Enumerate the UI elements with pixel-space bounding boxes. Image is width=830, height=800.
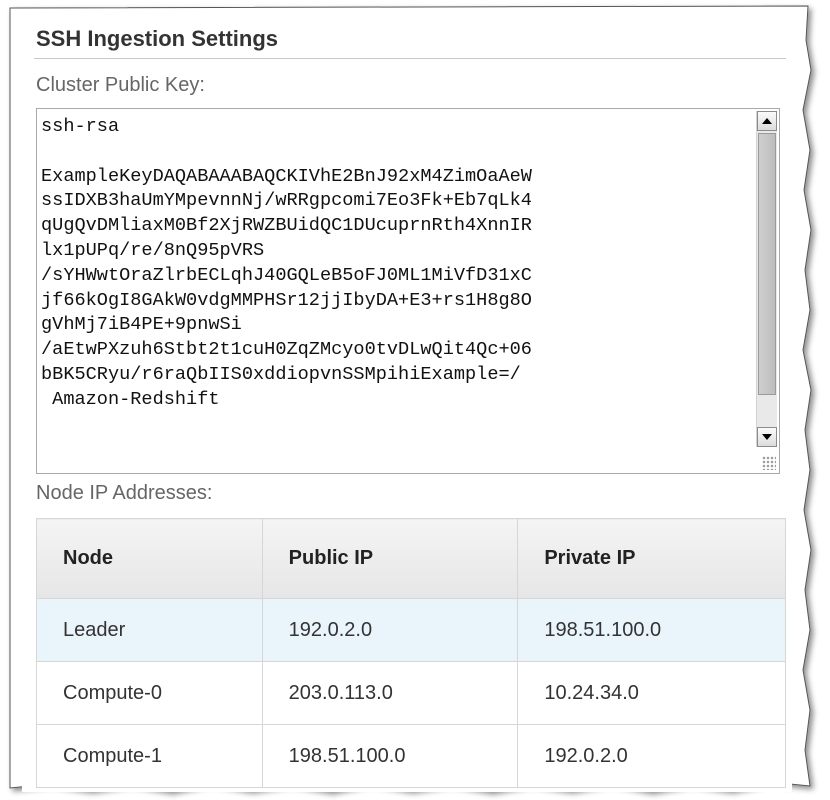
arrow-up-icon	[762, 118, 772, 124]
resize-grip-icon[interactable]	[762, 456, 776, 470]
cell-public-ip: 192.0.2.0	[261, 598, 519, 662]
ssh-settings-panel: SSH Ingestion Settings Cluster Public Ke…	[22, 12, 792, 792]
cell-node: Leader	[36, 598, 263, 662]
arrow-down-icon	[762, 434, 772, 440]
column-header-private-ip: Private IP	[517, 518, 786, 599]
cell-private-ip: 10.24.34.0	[517, 661, 786, 725]
table-row: Compute-1 198.51.100.0 192.0.2.0	[36, 724, 786, 788]
node-ip-addresses-label: Node IP Addresses:	[36, 482, 213, 504]
scroll-down-button[interactable]	[757, 427, 777, 447]
cell-node: Compute-1	[36, 724, 263, 788]
cell-private-ip: 192.0.2.0	[517, 724, 786, 788]
table-header-row: Node Public IP Private IP	[36, 518, 786, 599]
cell-public-ip: 198.51.100.0	[261, 724, 519, 788]
cell-private-ip: 198.51.100.0	[517, 598, 786, 662]
column-header-node: Node	[36, 518, 263, 599]
title-divider	[34, 58, 786, 59]
section-title: SSH Ingestion Settings	[36, 26, 279, 51]
cluster-public-key-textarea[interactable]: ssh-rsa ExampleKeyDAQABAAABAQCKIVhE2BnJ9…	[36, 108, 780, 474]
cluster-public-key-label: Cluster Public Key:	[36, 74, 205, 96]
column-header-public-ip: Public IP	[261, 518, 519, 599]
node-ip-table: Node Public IP Private IP Leader 192.0.2…	[36, 518, 786, 788]
table-row: Leader 192.0.2.0 198.51.100.0	[36, 598, 786, 662]
scroll-thumb[interactable]	[758, 133, 776, 395]
cell-node: Compute-0	[36, 661, 263, 725]
cluster-public-key-text[interactable]: ssh-rsa ExampleKeyDAQABAAABAQCKIVhE2BnJ9…	[41, 115, 753, 413]
cell-public-ip: 203.0.113.0	[261, 661, 519, 725]
scroll-up-button[interactable]	[757, 111, 777, 131]
key-scrollbar[interactable]	[756, 111, 777, 447]
table-row: Compute-0 203.0.113.0 10.24.34.0	[36, 661, 786, 725]
